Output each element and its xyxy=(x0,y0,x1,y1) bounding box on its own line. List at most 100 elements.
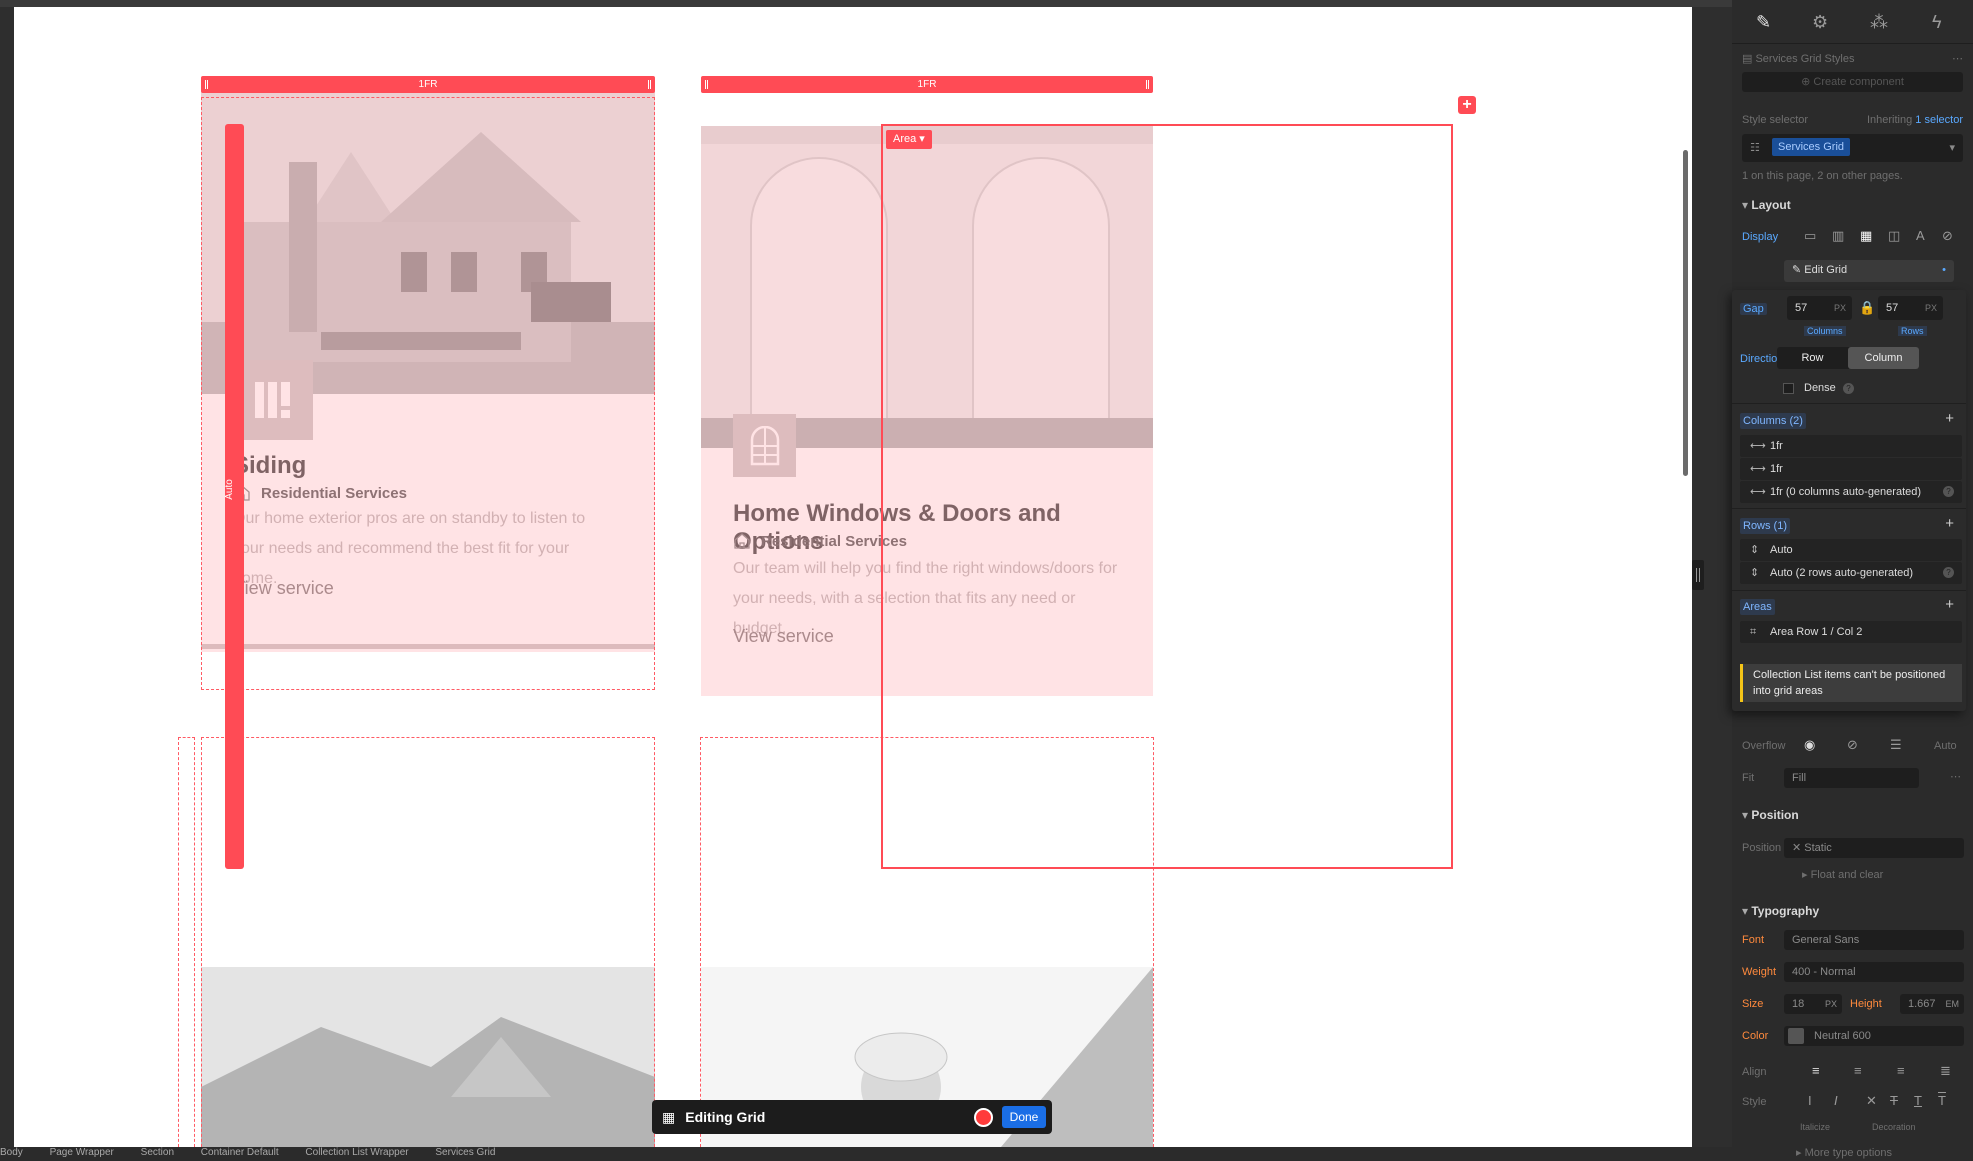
column-item[interactable]: ⟷ 1fr xyxy=(1740,458,1962,480)
breadcrumb-item[interactable]: Container Default xyxy=(201,1147,279,1158)
done-button[interactable]: Done xyxy=(1002,1106,1046,1128)
align-right-icon[interactable]: ≡ xyxy=(1897,1063,1905,1078)
edit-grid-button[interactable]: ✎ Edit Grid • xyxy=(1784,260,1954,282)
more-icon[interactable]: ⋯ xyxy=(1952,52,1963,65)
inheriting-link[interactable]: 1 selector xyxy=(1915,114,1963,126)
column-item[interactable]: ⟷ 1fr (0 columns auto-generated)? xyxy=(1740,481,1962,503)
area-item[interactable]: ⌗ Area Row 1 / Col 2 xyxy=(1740,621,1962,643)
dense-checkbox[interactable] xyxy=(1783,383,1794,394)
breadcrumb-item[interactable]: Body xyxy=(0,1147,23,1158)
grid-cell-outline xyxy=(201,737,655,1147)
display-flex-icon[interactable]: ▥ xyxy=(1832,228,1844,244)
align-row: Align ≡ ≡ ≡ ≣ xyxy=(1742,1063,1963,1079)
color-input[interactable]: Neutral 600 xyxy=(1784,1026,1964,1046)
grid-area-selection[interactable] xyxy=(881,124,1453,869)
column-track-2[interactable]: 1FR xyxy=(701,76,1153,93)
canvas-scrollbar[interactable] xyxy=(1683,150,1688,476)
add-column-button[interactable]: + xyxy=(1458,96,1476,114)
direction-column-button[interactable]: Column xyxy=(1848,347,1919,369)
direction-row-button[interactable]: Row xyxy=(1777,347,1848,369)
align-justify-icon[interactable]: ≣ xyxy=(1940,1063,1951,1079)
strikethrough-icon[interactable]: T xyxy=(1890,1093,1898,1108)
column-width-icon: ⟷ xyxy=(1750,463,1766,475)
align-left-icon[interactable]: ≡ xyxy=(1812,1063,1820,1078)
record-indicator[interactable] xyxy=(974,1108,993,1127)
italic-icon[interactable]: I xyxy=(1834,1093,1838,1108)
add-area-plus-icon[interactable]: + xyxy=(1945,596,1954,613)
fit-select[interactable]: Fill xyxy=(1784,768,1919,788)
overflow-label: Overflow xyxy=(1742,740,1786,752)
help-icon[interactable]: ? xyxy=(1943,567,1954,578)
gap-columns-caption: Columns xyxy=(1804,326,1846,336)
column-item-label: 1fr xyxy=(1770,440,1783,452)
style-label: Style xyxy=(1742,1096,1767,1108)
color-swatch[interactable] xyxy=(1788,1028,1804,1044)
position-select[interactable]: ✕ Static xyxy=(1784,838,1964,858)
lightning-icon[interactable]: ϟ xyxy=(1932,12,1942,33)
height-input[interactable]: 1.667 EM xyxy=(1900,994,1964,1014)
add-row-plus-icon[interactable]: + xyxy=(1945,515,1954,532)
display-inline-icon[interactable]: A xyxy=(1916,228,1925,243)
more-type-options[interactable]: ▸ More type options xyxy=(1796,1146,1963,1159)
panel-tabs: ✎ ⚙ ⁂ ϟ xyxy=(1732,0,1973,44)
overflow-auto[interactable]: Auto xyxy=(1934,740,1957,752)
home-icon xyxy=(734,533,750,549)
selector-chip[interactable]: Services Grid xyxy=(1772,138,1851,156)
size-input[interactable]: 18 PX xyxy=(1784,994,1842,1014)
view-service-link[interactable]: View service xyxy=(733,626,834,647)
editing-grid-toolbar: ▦ Editing Grid Done xyxy=(652,1100,1052,1134)
row-track-1[interactable]: Auto xyxy=(224,124,244,869)
breadcrumb-item[interactable]: Collection List Wrapper xyxy=(305,1147,408,1158)
overflow-hidden-icon[interactable]: ⊘ xyxy=(1847,737,1858,753)
help-icon[interactable]: ? xyxy=(1943,486,1954,497)
underline-icon[interactable]: T xyxy=(1914,1093,1922,1108)
add-column-plus-icon[interactable]: + xyxy=(1945,410,1954,427)
divider xyxy=(1732,508,1966,509)
overflow-scroll-icon[interactable]: ☰ xyxy=(1890,737,1902,753)
color-value: Neutral 600 xyxy=(1814,1030,1871,1042)
brush-icon[interactable]: ✎ xyxy=(1756,12,1771,33)
row-item[interactable]: ⇕ Auto (2 rows auto-generated)? xyxy=(1740,562,1962,584)
breadcrumb-item[interactable]: Page Wrapper xyxy=(50,1147,114,1158)
align-center-icon[interactable]: ≡ xyxy=(1854,1063,1862,1078)
font-select[interactable]: General Sans xyxy=(1784,930,1964,950)
float-clear-toggle[interactable]: ▸ Float and clear xyxy=(1802,868,1963,881)
layout-section[interactable]: Layout xyxy=(1742,198,1790,212)
column-width-icon: ⟷ xyxy=(1750,486,1766,498)
drops-icon[interactable]: ⁂ xyxy=(1870,12,1888,33)
column-width-icon: ⟷ xyxy=(1750,440,1766,452)
column-item[interactable]: ⟷ 1fr xyxy=(1740,435,1962,457)
display-block-icon[interactable]: ▭ xyxy=(1804,228,1816,244)
area-chip[interactable]: Area ▾ xyxy=(886,130,932,149)
breadcrumb-item[interactable]: Services Grid xyxy=(435,1147,495,1158)
gear-icon[interactable]: ⚙ xyxy=(1812,12,1828,33)
display-grid-icon[interactable]: ▦ xyxy=(1860,228,1872,244)
component-title: Services Grid Styles xyxy=(1755,53,1855,65)
breadcrumb-item[interactable]: Section xyxy=(141,1147,174,1158)
lock-icon[interactable]: 🔒 xyxy=(1859,300,1875,316)
no-decoration-icon[interactable]: ✕ xyxy=(1866,1093,1877,1109)
panel-resize-handle[interactable] xyxy=(1692,560,1704,590)
row-item[interactable]: ⇕ Auto xyxy=(1740,539,1962,561)
selector-field[interactable]: ☷ Services Grid ▾ xyxy=(1742,134,1963,162)
regular-icon[interactable]: I xyxy=(1808,1093,1812,1108)
display-none-icon[interactable]: ⊘ xyxy=(1942,228,1953,244)
areas-header: Areas xyxy=(1740,599,1775,615)
edit-grid-label: Edit Grid xyxy=(1804,264,1848,276)
weight-select[interactable]: 400 - Normal xyxy=(1784,962,1964,982)
overline-icon[interactable]: T xyxy=(1938,1093,1946,1108)
typography-section[interactable]: Typography xyxy=(1742,904,1819,918)
column-track-1[interactable]: 1FR xyxy=(201,76,655,93)
gap-columns-input[interactable]: 57 PX xyxy=(1787,296,1852,320)
static-x-icon: ✕ xyxy=(1792,842,1805,854)
display-inline-block-icon[interactable]: ◫ xyxy=(1888,228,1900,244)
chevron-down-icon[interactable]: ▾ xyxy=(1949,138,1955,158)
position-section[interactable]: Position xyxy=(1742,808,1798,822)
display-label: Display xyxy=(1742,231,1779,243)
gap-rows-input[interactable]: 57 PX xyxy=(1878,296,1943,320)
dense-help-icon[interactable]: ? xyxy=(1843,383,1854,394)
overflow-visible-icon[interactable]: ◉ xyxy=(1804,737,1815,753)
create-component-button[interactable]: ⊕ Create component xyxy=(1742,72,1963,92)
fit-more-icon[interactable]: ⋯ xyxy=(1950,770,1961,783)
canvas-top-bar xyxy=(0,0,1732,7)
